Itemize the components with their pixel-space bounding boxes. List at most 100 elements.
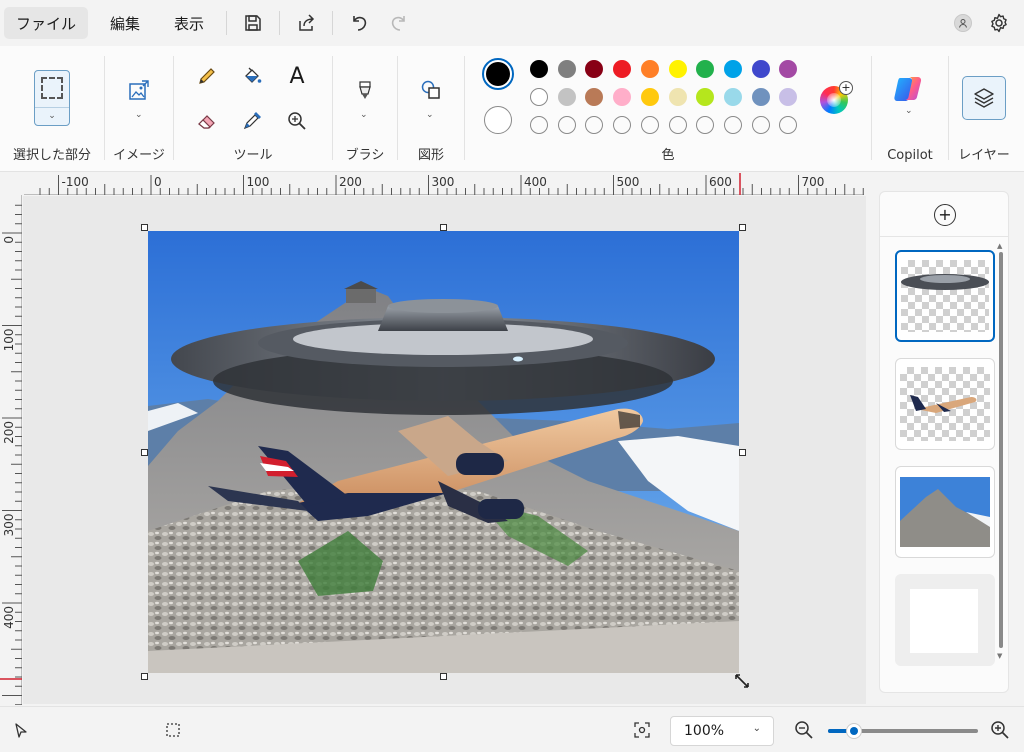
layer-ufo-thumbnail <box>901 274 989 290</box>
vertical-ruler: 0 100 200 300 400 <box>0 195 22 706</box>
brushes-group-label: ブラシ <box>345 148 385 163</box>
custom-color-slot[interactable] <box>640 116 659 134</box>
add-layer-button[interactable]: + <box>934 204 956 226</box>
copilot-button[interactable]: ⌄ <box>893 76 925 116</box>
palette-color-swatch[interactable] <box>613 60 632 78</box>
fill-icon <box>245 67 262 83</box>
share-icon <box>299 14 315 31</box>
settings-button[interactable] <box>984 8 1014 38</box>
ruler-label: 400 <box>2 606 16 629</box>
eraser-tool[interactable] <box>191 105 223 137</box>
pencil-tool[interactable] <box>191 60 223 92</box>
redo-button[interactable] <box>379 5 419 41</box>
horizontal-ruler: -100 0 100 200 300 400 500 600 700 <box>24 173 864 195</box>
zoom-level-value: 100% <box>684 723 725 739</box>
avatar[interactable] <box>954 14 972 32</box>
resize-handle-top-right[interactable] <box>739 224 746 231</box>
chevron-down-icon[interactable]: ⌄ <box>905 106 913 116</box>
palette-color-swatch[interactable] <box>640 60 659 78</box>
zoom-slider[interactable] <box>828 723 978 739</box>
palette-color-swatch[interactable] <box>557 60 576 78</box>
palette-color-swatch[interactable] <box>668 88 687 106</box>
brush-button[interactable] <box>349 74 381 106</box>
chevron-down-icon[interactable]: ⌄ <box>135 110 143 120</box>
edit-colors-button[interactable]: + <box>820 81 853 114</box>
resize-handle-left[interactable] <box>141 449 148 456</box>
custom-color-slot[interactable] <box>613 116 632 134</box>
palette-color-swatch[interactable] <box>557 88 576 106</box>
layer-mountain[interactable] <box>895 466 995 558</box>
custom-color-slot[interactable] <box>751 116 770 134</box>
zoom-in-icon[interactable] <box>990 720 1010 740</box>
color-picker-tool[interactable] <box>236 105 268 137</box>
fit-to-window-icon[interactable] <box>633 721 651 739</box>
menu-file[interactable]: ファイル <box>4 7 89 39</box>
selection-group-label: 選択した部分 <box>12 148 91 163</box>
layer-ufo[interactable] <box>895 250 995 342</box>
ruler-label: 0 <box>2 236 16 244</box>
colors-group: 色 <box>465 46 871 172</box>
shapes-group: ⌄ 図形 <box>398 46 464 172</box>
chevron-down-icon[interactable]: ⌄ <box>426 110 434 120</box>
layers-button[interactable] <box>962 76 1006 120</box>
secondary-color-swatch[interactable] <box>484 106 512 134</box>
scroll-up-icon[interactable]: ▲ <box>997 242 1002 250</box>
fill-tool[interactable] <box>236 60 268 92</box>
redo-icon <box>391 16 405 31</box>
primary-color-fill <box>486 62 510 86</box>
layers-scrollbar[interactable]: ▲ ▼ <box>997 242 1004 662</box>
menu-edit[interactable]: 編集 <box>98 7 152 39</box>
palette-color-swatch[interactable] <box>751 60 770 78</box>
drawing-canvas[interactable] <box>148 231 739 673</box>
chevron-down-icon[interactable]: ⌄ <box>360 110 368 120</box>
magnifier-tool[interactable] <box>281 105 313 137</box>
selection-button[interactable]: ⌄ <box>34 70 70 126</box>
custom-color-slot[interactable] <box>668 116 687 134</box>
layer-background[interactable] <box>895 574 995 666</box>
menu-bar: ファイル 編集 表示 <box>0 0 1024 46</box>
primary-color-swatch[interactable] <box>482 58 514 90</box>
palette-color-swatch[interactable] <box>640 88 659 106</box>
palette-color-swatch[interactable] <box>530 88 548 106</box>
layers-scrollbar-thumb[interactable] <box>999 252 1003 648</box>
shapes-button[interactable] <box>415 74 447 106</box>
menu-separator <box>279 11 281 35</box>
undo-button[interactable] <box>339 5 379 41</box>
pointer-position-icon <box>15 723 27 738</box>
plus-icon: + <box>839 81 853 95</box>
resize-handle-bottom[interactable] <box>440 673 447 680</box>
vertical-ruler-ticks: 0 100 200 300 400 <box>0 204 22 706</box>
palette-color-swatch[interactable] <box>723 88 742 106</box>
scroll-down-icon[interactable]: ▼ <box>997 652 1002 660</box>
zoom-slider-thumb[interactable] <box>845 723 862 739</box>
zoom-level-select[interactable]: 100% ⌄ <box>670 716 774 746</box>
resize-handle-top-left[interactable] <box>141 224 148 231</box>
menu-view[interactable]: 表示 <box>162 7 216 39</box>
save-button[interactable] <box>233 5 273 41</box>
layer-airplane[interactable] <box>895 358 995 450</box>
text-tool[interactable]: A <box>281 60 313 92</box>
canvas-resize-grip-icon[interactable] <box>734 673 750 689</box>
palette-color-swatch[interactable] <box>613 88 632 106</box>
resize-handle-right[interactable] <box>739 449 746 456</box>
resize-handle-bottom-left[interactable] <box>141 673 148 680</box>
brushes-group: ⌄ ブラシ <box>333 46 397 172</box>
palette-color-swatch[interactable] <box>668 60 687 78</box>
magnifier-icon <box>288 112 306 130</box>
ruler-label: 600 <box>709 175 732 189</box>
ruler-label: 700 <box>802 175 825 189</box>
image-button[interactable] <box>123 74 155 106</box>
custom-color-slot[interactable] <box>557 116 576 134</box>
colors-group-label: 色 <box>661 148 675 163</box>
palette-color-swatch[interactable] <box>530 60 548 78</box>
layer-background-thumbnail <box>910 589 978 653</box>
custom-color-slot[interactable] <box>530 116 548 134</box>
image-group-label: イメージ <box>113 148 165 163</box>
zoom-out-icon[interactable] <box>794 720 814 740</box>
palette-color-swatch[interactable] <box>751 88 770 106</box>
share-button[interactable] <box>286 5 326 41</box>
layers-panel: + ▲ ▼ <box>879 191 1009 693</box>
resize-handle-top[interactable] <box>440 224 447 231</box>
palette-color-swatch[interactable] <box>723 60 742 78</box>
custom-color-slot[interactable] <box>723 116 742 134</box>
